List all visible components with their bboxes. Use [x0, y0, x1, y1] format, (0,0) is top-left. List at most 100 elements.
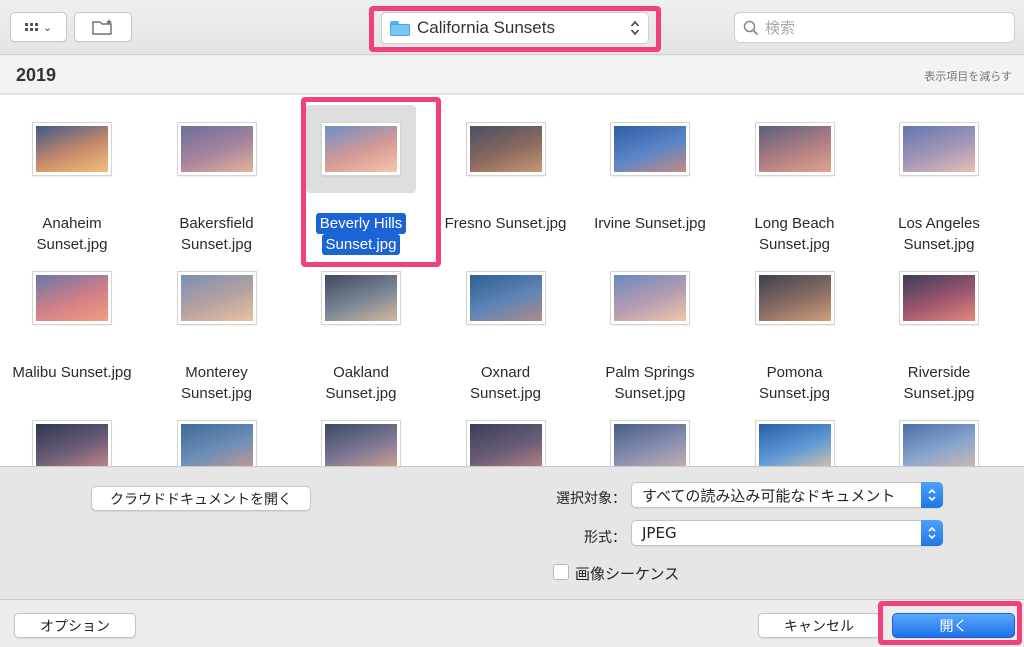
thumbnail-image — [755, 272, 834, 324]
file-item[interactable] — [434, 403, 578, 466]
file-name-line: Sunset.jpg — [36, 236, 108, 253]
popup-arrows-icon — [921, 520, 943, 546]
file-name-line: Anaheim — [42, 215, 102, 232]
file-name-line: Sunset.jpg — [325, 385, 397, 402]
thumbnail-frame — [595, 403, 705, 466]
new-folder-button[interactable] — [74, 12, 132, 42]
thumbnail-image — [611, 272, 689, 324]
thumbnail-frame — [451, 105, 561, 193]
file-name-line: Beverly Hills — [315, 213, 407, 234]
file-name-line: Fresno Sunset.jpg — [444, 215, 567, 232]
thumbnail-image — [322, 272, 400, 324]
thumbnail-image — [177, 123, 256, 175]
file-item[interactable] — [867, 403, 1011, 466]
file-name-line: Monterey — [185, 364, 248, 381]
chevron-down-icon: ⌄ — [42, 20, 53, 34]
thumbnail-image — [611, 421, 689, 466]
icon-grid-icon — [24, 23, 38, 31]
file-name-line: Los Angeles — [898, 215, 980, 232]
file-name-line: Sunset.jpg — [181, 385, 252, 402]
file-item[interactable] — [289, 403, 433, 466]
enable-popup[interactable]: すべての読み込み可能なドキュメント — [631, 482, 943, 508]
file-name-line: Sunset.jpg — [903, 385, 975, 402]
thumbnail-image — [900, 272, 978, 324]
format-value: JPEG — [642, 524, 677, 542]
thumbnail-frame — [884, 403, 994, 466]
file-item[interactable]: Los Angeles Sunset.jpg — [867, 105, 1011, 255]
file-item[interactable]: Long Beach Sunset.jpg — [723, 105, 867, 255]
thumbnail-frame — [740, 403, 850, 466]
section-header: 2019 表示項目を減らす — [0, 56, 1024, 94]
file-item[interactable]: Beverly Hills Sunset.jpg — [289, 105, 433, 255]
file-name: Irvine Sunset.jpg — [578, 213, 722, 234]
thumbnail-frame — [306, 105, 416, 193]
file-name-line: Malibu Sunset.jpg — [12, 364, 132, 381]
format-label: 形式： — [584, 530, 626, 546]
options-button[interactable]: オプション — [14, 613, 136, 638]
file-item[interactable] — [145, 403, 289, 466]
file-name: Palm Springs Sunset.jpg — [578, 362, 722, 404]
file-item[interactable]: Monterey Sunset.jpg — [145, 254, 289, 404]
thumbnail-image — [611, 123, 689, 175]
file-item[interactable]: Fresno Sunset.jpg — [434, 105, 578, 255]
file-item[interactable]: Anaheim Sunset.jpg — [0, 105, 144, 255]
thumbnail-frame — [306, 403, 416, 466]
thumbnail-image — [33, 272, 111, 324]
file-name: Bakersfield Sunset.jpg — [145, 213, 289, 255]
thumbnail-frame — [17, 254, 127, 342]
thumbnail-frame — [451, 254, 561, 342]
file-item[interactable]: Oakland Sunset.jpg — [289, 254, 433, 404]
file-name-line: Sunset.jpg — [759, 236, 830, 253]
thumbnail-image — [466, 421, 545, 466]
options-panel: クラウドドキュメントを開く 選択対象： すべての読み込み可能なドキュメント 形式… — [0, 466, 1024, 600]
file-name-line: Bakersfield — [179, 215, 254, 232]
thumbnail-frame — [17, 403, 127, 466]
file-name-line: Sunset.jpg — [470, 385, 541, 402]
thumbnail-frame — [595, 254, 705, 342]
file-name: Oxnard Sunset.jpg — [434, 362, 578, 404]
file-item[interactable]: Riverside Sunset.jpg — [867, 254, 1011, 404]
location-popup[interactable]: California Sunsets — [381, 12, 649, 44]
open-button[interactable]: 開く — [892, 613, 1015, 638]
file-name: Beverly Hills Sunset.jpg — [289, 213, 433, 255]
location-label: California Sunsets — [417, 18, 555, 37]
file-name: Oakland Sunset.jpg — [289, 362, 433, 404]
section-title: 2019 — [16, 65, 57, 85]
thumbnail-frame — [595, 105, 705, 193]
format-popup[interactable]: JPEG — [631, 520, 943, 546]
new-folder-icon — [92, 19, 112, 35]
file-item[interactable]: Palm Springs Sunset.jpg — [578, 254, 722, 404]
thumbnail-image — [322, 123, 400, 175]
file-name-line: Oakland — [333, 364, 389, 381]
thumbnail-image — [755, 123, 834, 175]
file-name-line: Palm Springs — [605, 364, 695, 381]
file-name-line: Sunset.jpg — [759, 385, 830, 402]
search-field[interactable]: 検索 — [734, 12, 1015, 43]
thumbnail-frame — [884, 254, 994, 342]
file-name: Monterey Sunset.jpg — [145, 362, 289, 404]
file-item[interactable]: Pomona Sunset.jpg — [723, 254, 867, 404]
search-placeholder: 検索 — [765, 19, 796, 37]
file-name-line: Sunset.jpg — [321, 234, 401, 255]
file-item[interactable]: Malibu Sunset.jpg — [0, 254, 144, 404]
file-item[interactable] — [0, 403, 144, 466]
file-item[interactable]: Bakersfield Sunset.jpg — [145, 105, 289, 255]
file-item[interactable] — [723, 403, 867, 466]
thumbnail-frame — [17, 105, 127, 193]
thumbnail-image — [322, 421, 400, 466]
file-item[interactable] — [578, 403, 722, 466]
file-name-line: Sunset.jpg — [903, 236, 975, 253]
file-item[interactable]: Oxnard Sunset.jpg — [434, 254, 578, 404]
thumbnail-image — [33, 123, 111, 175]
file-item[interactable]: Irvine Sunset.jpg — [578, 105, 722, 255]
thumbnail-frame — [740, 105, 850, 193]
file-grid: Anaheim Sunset.jpg Bakersfield Sunset.jpg Be… — [0, 95, 1024, 466]
image-sequence-checkbox[interactable] — [553, 564, 569, 580]
file-name: Riverside Sunset.jpg — [867, 362, 1011, 404]
cancel-button[interactable]: キャンセル — [758, 613, 880, 638]
thumbnail-image — [33, 421, 111, 466]
file-name-line: Oxnard — [480, 364, 531, 381]
view-options-button[interactable]: ⌄ — [10, 12, 67, 42]
show-less-link[interactable]: 表示項目を減らす — [924, 68, 1012, 84]
open-cloud-documents-button[interactable]: クラウドドキュメントを開く — [91, 486, 311, 511]
